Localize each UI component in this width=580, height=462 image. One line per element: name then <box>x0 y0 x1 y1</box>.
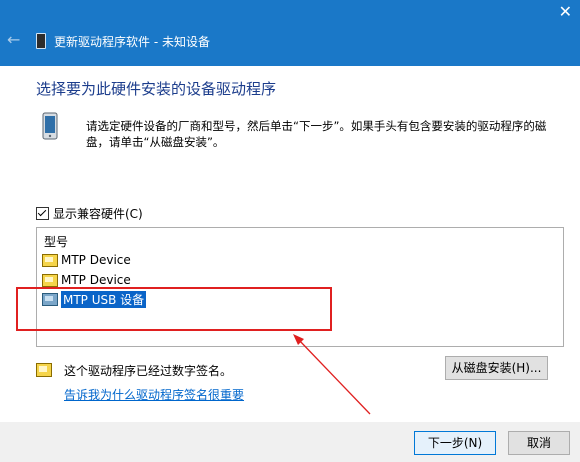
device-icon <box>36 33 46 49</box>
driver-icon <box>42 273 58 287</box>
instructions-text: 请选定硬件设备的厂商和型号，然后单击“下一步”。如果手头有包含要安装的驱动程序的… <box>86 119 547 149</box>
show-compatible-checkbox[interactable]: 显示兼容硬件(C) <box>36 205 143 222</box>
driver-icon <box>42 253 58 267</box>
list-item-label: MTP Device <box>61 253 131 267</box>
close-icon[interactable]: ✕ <box>559 4 572 20</box>
list-header-model: 型号 <box>44 235 69 249</box>
back-arrow-icon[interactable]: ← <box>7 32 20 48</box>
checkbox-icon[interactable] <box>36 207 49 220</box>
page-heading: 选择要为此硬件安装的设备驱动程序 <box>36 80 277 98</box>
cancel-button[interactable]: 取消 <box>508 431 570 455</box>
phone-icon <box>42 112 58 140</box>
show-compatible-label: 显示兼容硬件(C) <box>53 207 143 221</box>
signed-status-text: 这个驱动程序已经过数字签名。 <box>64 364 233 378</box>
signed-driver-icon <box>36 363 52 377</box>
driver-signing-link[interactable]: 告诉我为什么驱动程序签名很重要 <box>64 386 244 403</box>
have-disk-button[interactable]: 从磁盘安装(H)... <box>445 356 548 380</box>
list-item-label: MTP Device <box>61 273 131 287</box>
list-item[interactable]: MTP Device <box>42 251 131 269</box>
title-bar: ✕ ← 更新驱动程序软件 - 未知设备 <box>0 0 580 66</box>
next-button[interactable]: 下一步(N) <box>414 431 496 455</box>
window-title: 更新驱动程序软件 - 未知设备 <box>54 35 210 49</box>
annotation-highlight-box <box>16 287 332 331</box>
